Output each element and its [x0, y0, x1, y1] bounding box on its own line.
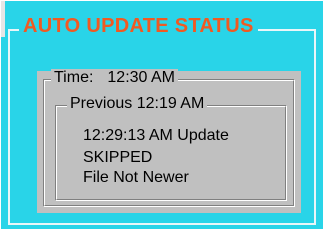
previous-value: 12:19 AM — [136, 95, 205, 112]
stage: AUTO UPDATE STATUS Time: 12:30 AM Previou… — [0, 0, 327, 242]
auto-update-status-panel: AUTO UPDATE STATUS Time: 12:30 AM Previou… — [1, 1, 323, 229]
previous-label: Previous — [70, 95, 133, 112]
time-box: Time: 12:30 AM Previous 12:19 AM 12:29:13… — [37, 69, 301, 213]
update-detail-line: 12:29:13 AM Update — [83, 127, 229, 144]
panel-frame-left — [8, 29, 10, 225]
panel-left-edge — [1, 1, 5, 37]
panel-frame-right — [314, 29, 316, 225]
time-label: Time: — [54, 69, 94, 86]
time-caption: Time: 12:30 AM — [51, 69, 179, 87]
update-reason-line: File Not Newer — [83, 169, 189, 186]
panel-frame-bottom — [8, 223, 316, 225]
time-value: 12:30 AM — [107, 69, 176, 86]
update-result-line: SKIPPED — [83, 149, 153, 166]
status-title: AUTO UPDATE STATUS — [19, 15, 258, 37]
previous-caption: Previous 12:19 AM — [67, 95, 208, 113]
